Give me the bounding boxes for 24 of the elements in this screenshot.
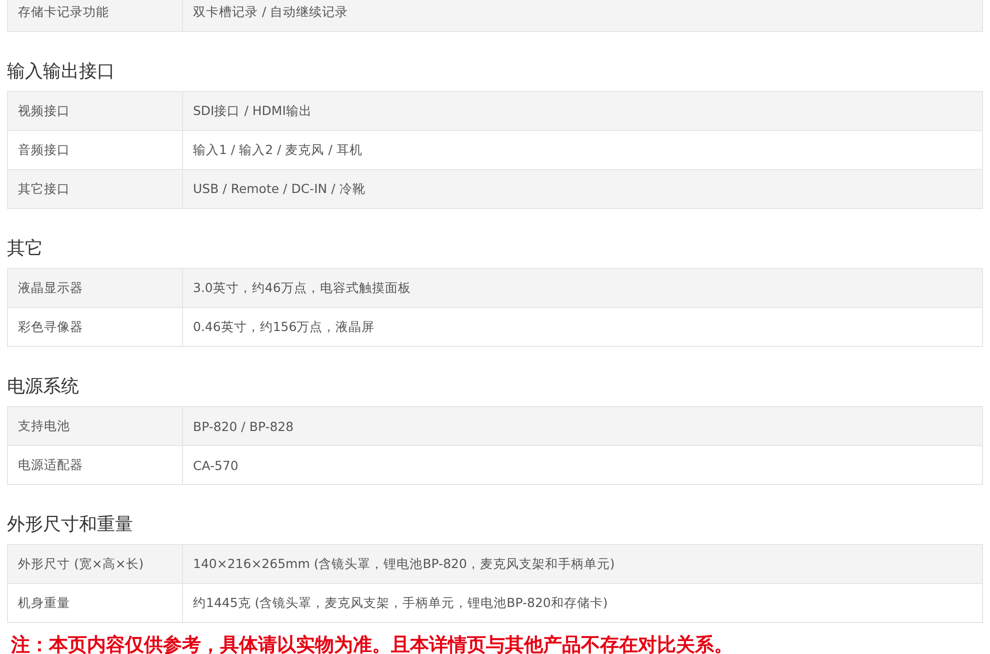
spec-label: 电源适配器 <box>18 456 83 474</box>
spec-value: 约1445克 (含镜头罩，麦克风支架，手柄单元，锂电池BP-820和存储卡) <box>193 594 608 612</box>
spec-value: 140×216×265mm (含镜头罩，锂电池BP-820，麦克风支架和手柄单元) <box>193 556 615 572</box>
section-heading: 其它 <box>7 237 44 261</box>
spec-label: 视频接口 <box>18 102 70 120</box>
spec-label: 彩色寻像器 <box>18 318 83 336</box>
spec-value: BP-820 / BP-828 <box>193 418 294 434</box>
spec-label: 液晶显示器 <box>18 280 83 296</box>
spec-label: 存储卡记录功能 <box>18 4 109 20</box>
spec-label: 音频接口 <box>18 142 70 158</box>
spec-label: 其它接口 <box>18 180 70 198</box>
spec-value: 0.46英寸，约156万点，液晶屏 <box>193 318 375 336</box>
spec-value: USB / Remote / DC-IN / 冷靴 <box>193 180 366 198</box>
spec-value: SDI接口 / HDMI输出 <box>193 102 312 120</box>
spec-value: 双卡槽记录 / 自动继续记录 <box>193 4 348 20</box>
spec-label: 外形尺寸 (宽×高×长) <box>18 556 144 572</box>
spec-value: 输入1 / 输入2 / 麦克风 / 耳机 <box>193 142 362 158</box>
spec-value: CA-570 <box>193 458 238 472</box>
section-heading: 输入输出接口 <box>7 60 116 84</box>
spec-value: 3.0英寸，约46万点，电容式触摸面板 <box>193 280 411 296</box>
spec-label: 支持电池 <box>18 418 70 434</box>
section-heading: 电源系统 <box>7 375 80 399</box>
spec-label: 机身重量 <box>18 594 70 612</box>
section-heading: 外形尺寸和重量 <box>7 513 134 537</box>
